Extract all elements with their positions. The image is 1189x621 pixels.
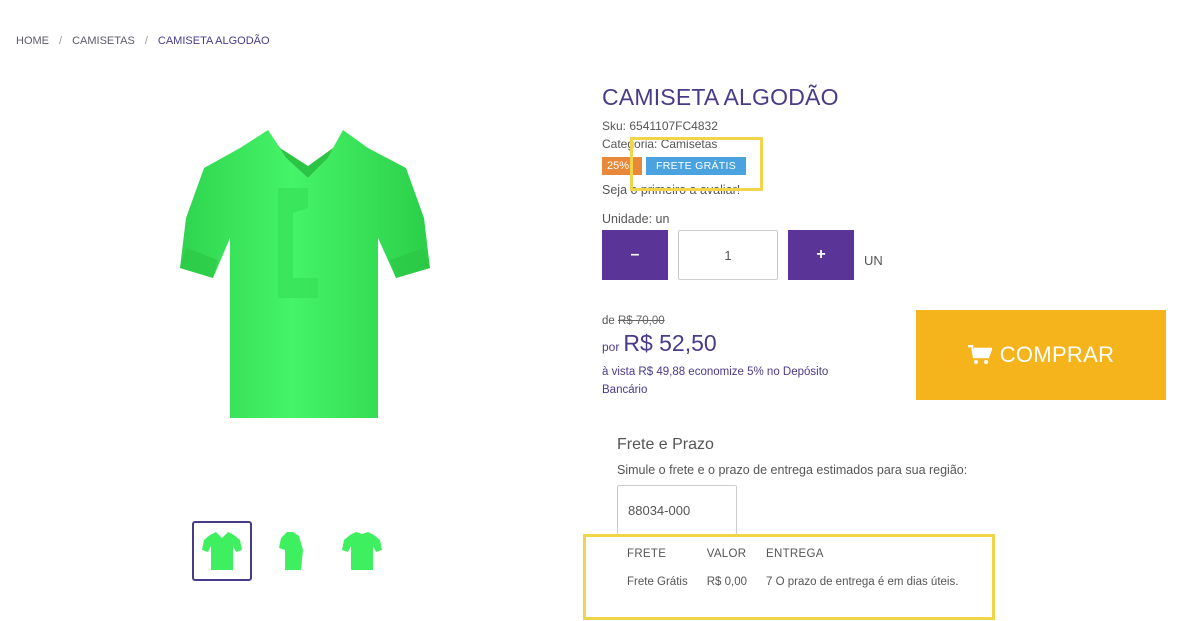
highlight-box: [630, 137, 763, 191]
product-sku: Sku: 6541107FC4832: [602, 119, 718, 133]
quantity-increase-button[interactable]: +: [788, 230, 854, 280]
quantity-decrease-button[interactable]: –: [602, 230, 668, 280]
shipping-frete-cell: Frete Grátis: [627, 576, 688, 588]
table-row: Frete Grátis R$ 0,00 7 O prazo de entreg…: [622, 570, 963, 588]
thumbnail-side[interactable]: [262, 521, 322, 581]
breadcrumb-home-link[interactable]: HOME: [16, 35, 49, 47]
breadcrumb-camisetas-link[interactable]: CAMISETAS: [72, 35, 135, 47]
price-value: R$ 52,50: [623, 330, 717, 356]
price-prefix: por: [602, 340, 620, 354]
quantity-input[interactable]: 1: [678, 230, 778, 280]
breadcrumb-separator: /: [144, 35, 148, 47]
unit-text: UN: [864, 253, 883, 268]
tshirt-thumb-icon: [279, 532, 303, 570]
shopping-cart-icon: [967, 345, 992, 365]
column-header-valor: VALOR: [706, 548, 747, 560]
thumbnail-back[interactable]: [332, 521, 392, 581]
thumbnail-strip: [192, 521, 402, 581]
shipping-valor-cell: R$ 0,00: [706, 576, 747, 588]
product-main-image[interactable]: [168, 118, 448, 448]
unit-label: Unidade: un: [602, 212, 670, 226]
cash-price-text: à vista R$ 49,88 economize 5% no Depósit…: [602, 366, 829, 396]
shipping-subtitle: Simule o frete e o prazo de entrega esti…: [617, 463, 968, 477]
tshirt-thumb-icon: [342, 532, 382, 570]
buy-button[interactable]: COMPRAR: [916, 310, 1166, 400]
shipping-table: FRETE VALOR ENTREGA Frete Grátis R$ 0,00…: [622, 548, 963, 588]
shipping-title: Frete e Prazo: [617, 436, 714, 453]
old-price-prefix: de: [602, 315, 615, 327]
current-price: por R$ 52,50: [602, 330, 717, 357]
breadcrumb-current: CAMISETA ALGODÃO: [157, 35, 270, 47]
old-price-value: R$ 70,00: [618, 315, 665, 327]
cep-input[interactable]: 88034-000: [617, 485, 737, 535]
column-header-entrega: ENTREGA: [766, 548, 824, 560]
old-price: de R$ 70,00: [602, 315, 665, 327]
product-title: CAMISETA ALGODÃO: [602, 84, 839, 110]
breadcrumb: HOME / CAMISETAS / CAMISETA ALGODÃO: [16, 35, 270, 47]
tshirt-image: [180, 130, 430, 418]
tshirt-thumb-icon: [202, 532, 242, 570]
buy-button-label: COMPRAR: [999, 342, 1115, 367]
thumbnail-front[interactable]: [192, 521, 252, 581]
breadcrumb-separator: /: [59, 35, 63, 47]
shipping-entrega-cell: 7 O prazo de entrega é em dias úteis.: [766, 576, 959, 588]
column-header-frete: FRETE: [627, 548, 667, 560]
